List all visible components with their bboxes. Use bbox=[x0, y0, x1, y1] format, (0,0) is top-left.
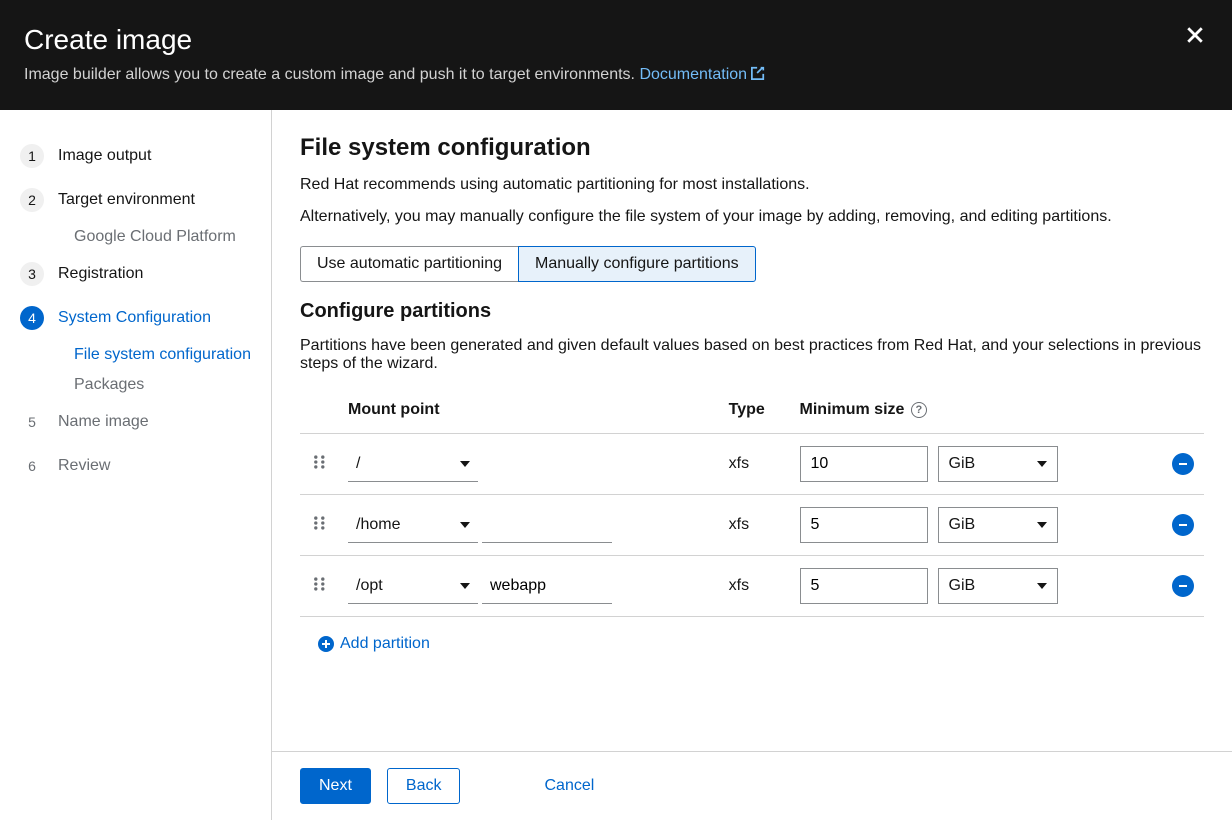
section-title: File system configuration bbox=[300, 134, 1204, 162]
drag-handle-icon[interactable] bbox=[300, 495, 340, 556]
wizard-header: Create image Image builder allows you to… bbox=[0, 0, 1232, 110]
partition-row: /home xfs GiB bbox=[300, 495, 1204, 556]
size-unit-select[interactable]: GiB bbox=[938, 507, 1058, 543]
chevron-down-icon bbox=[1037, 461, 1047, 467]
chevron-down-icon bbox=[1037, 583, 1047, 589]
intro-text-2: Alternatively, you may manually configur… bbox=[300, 208, 1204, 226]
close-button[interactable] bbox=[1180, 22, 1210, 52]
partition-row: / xfs GiB bbox=[300, 434, 1204, 495]
minus-icon bbox=[1178, 580, 1188, 592]
remove-partition-button[interactable] bbox=[1172, 453, 1194, 475]
auto-partition-toggle[interactable]: Use automatic partitioning bbox=[300, 246, 518, 282]
drag-handle-icon[interactable] bbox=[300, 556, 340, 617]
step-registration[interactable]: 3 Registration bbox=[20, 252, 255, 296]
external-link-icon bbox=[751, 66, 765, 80]
next-button[interactable]: Next bbox=[300, 768, 371, 804]
chevron-down-icon bbox=[460, 522, 470, 528]
wizard-sidebar: 1 Image output 2 Target environment Goog… bbox=[0, 110, 272, 820]
substep-packages[interactable]: Packages bbox=[20, 370, 255, 400]
substep-fs-config[interactable]: File system configuration bbox=[20, 340, 255, 370]
partition-row: /opt xfs GiB bbox=[300, 556, 1204, 617]
intro-text-1: Red Hat recommends using automatic parti… bbox=[300, 176, 1204, 194]
fs-type: xfs bbox=[721, 556, 792, 617]
configure-partitions-title: Configure partitions bbox=[300, 300, 1204, 323]
minus-icon bbox=[1178, 458, 1188, 470]
step-image-output[interactable]: 1 Image output bbox=[20, 134, 255, 178]
drag-handle-icon[interactable] bbox=[300, 434, 340, 495]
substep-google-cloud[interactable]: Google Cloud Platform bbox=[20, 222, 255, 252]
plus-circle-icon bbox=[318, 636, 334, 652]
col-mount: Mount point bbox=[340, 389, 721, 434]
remove-partition-button[interactable] bbox=[1172, 514, 1194, 536]
minus-icon bbox=[1178, 519, 1188, 531]
wizard-footer: Next Back Cancel bbox=[272, 751, 1232, 820]
main-content: File system configuration Red Hat recomm… bbox=[272, 110, 1232, 751]
chevron-down-icon bbox=[1037, 522, 1047, 528]
help-icon[interactable]: ? bbox=[911, 402, 927, 418]
mount-suffix-input[interactable] bbox=[482, 507, 612, 543]
cancel-button[interactable]: Cancel bbox=[526, 769, 612, 803]
size-input[interactable] bbox=[800, 568, 928, 604]
fs-type: xfs bbox=[721, 434, 792, 495]
step-system-configuration[interactable]: 4 System Configuration bbox=[20, 296, 255, 340]
mount-suffix-input[interactable] bbox=[482, 568, 612, 604]
page-title: Create image bbox=[24, 24, 1208, 56]
step-name-image[interactable]: 5 Name image bbox=[20, 400, 255, 444]
close-icon bbox=[1186, 26, 1204, 44]
add-partition-button[interactable]: Add partition bbox=[318, 635, 430, 653]
remove-partition-button[interactable] bbox=[1172, 575, 1194, 597]
size-unit-select[interactable]: GiB bbox=[938, 446, 1058, 482]
manual-partition-toggle[interactable]: Manually configure partitions bbox=[518, 246, 756, 282]
step-target-environment[interactable]: 2 Target environment bbox=[20, 178, 255, 222]
size-unit-select[interactable]: GiB bbox=[938, 568, 1058, 604]
chevron-down-icon bbox=[460, 583, 470, 589]
documentation-link[interactable]: Documentation bbox=[639, 66, 765, 83]
partitioning-toggle: Use automatic partitioning Manually conf… bbox=[300, 246, 756, 282]
page-subtitle: Image builder allows you to create a cus… bbox=[24, 66, 1208, 84]
configure-partitions-desc: Partitions have been generated and given… bbox=[300, 337, 1204, 373]
partitions-table: Mount point Type Minimum size ? / bbox=[300, 389, 1204, 617]
mount-point-select[interactable]: / bbox=[348, 446, 478, 482]
size-input[interactable] bbox=[800, 446, 928, 482]
size-input[interactable] bbox=[800, 507, 928, 543]
mount-point-select[interactable]: /home bbox=[348, 507, 478, 543]
col-size: Minimum size ? bbox=[792, 389, 1164, 434]
step-review[interactable]: 6 Review bbox=[20, 444, 255, 488]
mount-point-select[interactable]: /opt bbox=[348, 568, 478, 604]
fs-type: xfs bbox=[721, 495, 792, 556]
chevron-down-icon bbox=[460, 461, 470, 467]
col-type: Type bbox=[721, 389, 792, 434]
back-button[interactable]: Back bbox=[387, 768, 461, 804]
